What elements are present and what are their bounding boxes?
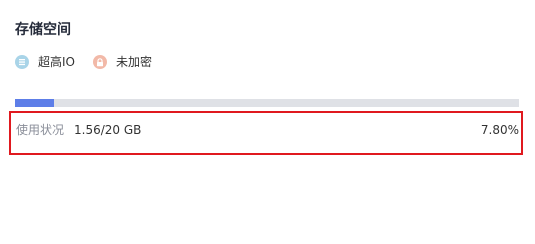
usage-summary-highlight: 使用状况 1.56/20 GB 7.80% (9, 111, 523, 155)
storage-tags: 超高IO 未加密 (15, 53, 170, 71)
section-title: 存储空间 (15, 22, 71, 38)
usage-label: 使用状况 (16, 123, 65, 137)
tag-io-type-label: 超高IO (38, 55, 75, 69)
lock-icon (93, 55, 107, 69)
tag-encryption: 未加密 (93, 53, 152, 71)
usage-value: 1.56/20 GB (74, 123, 142, 137)
tag-encryption-label: 未加密 (116, 55, 153, 69)
usage-percent: 7.80% (480, 123, 519, 137)
usage-progress-fill (15, 99, 55, 107)
storage-panel: 存储空间 超高IO 未加密 使用状况 1.56/20 GB 7.80% (0, 0, 535, 244)
usage-progress-bar (15, 99, 519, 107)
tag-io-type: 超高IO (15, 53, 75, 71)
disk-icon (15, 55, 29, 69)
